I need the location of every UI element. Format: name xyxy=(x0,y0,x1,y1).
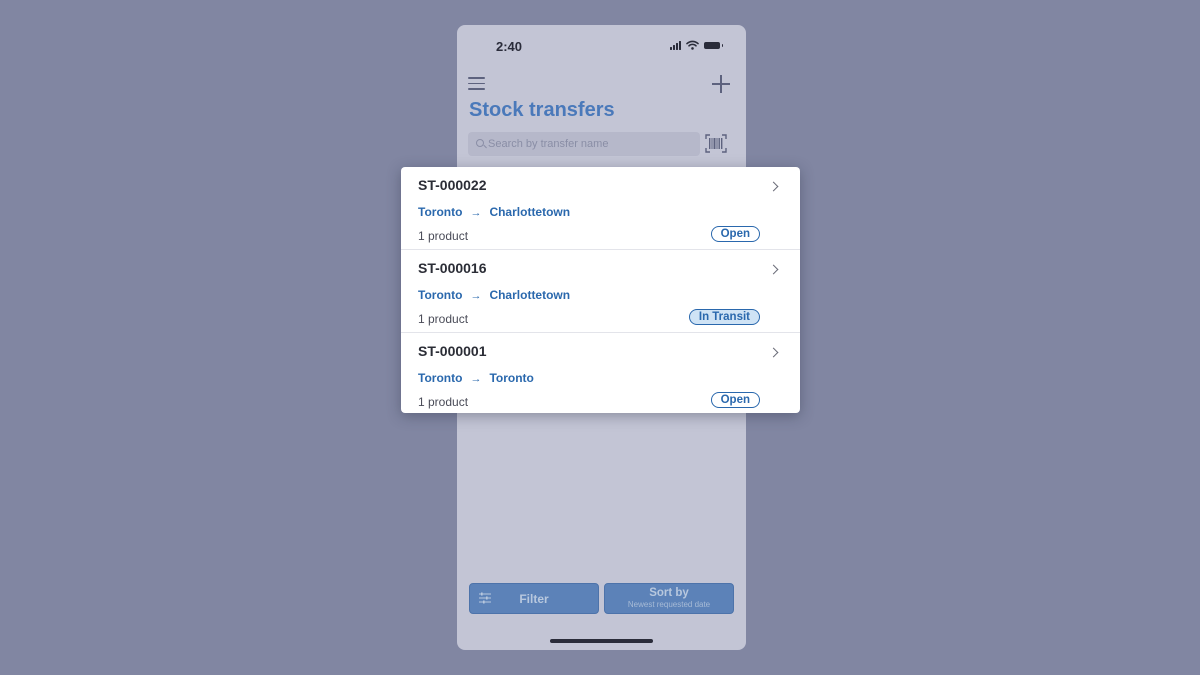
transfer-row[interactable]: ST-000001 Toronto → Toronto 1 product Open xyxy=(401,332,800,413)
arrow-right-icon: → xyxy=(470,373,482,385)
status-time: 2:40 xyxy=(496,39,523,54)
sort-current-value: Newest requested date xyxy=(627,600,711,609)
route-destination: Charlottetown xyxy=(489,205,571,219)
arrow-right-icon: → xyxy=(470,290,482,302)
sort-label: Sort by xyxy=(649,587,689,599)
chevron-right-icon xyxy=(768,264,779,275)
signal-icon xyxy=(670,40,681,50)
chevron-right-icon xyxy=(768,347,779,358)
status-badge: Open xyxy=(710,392,760,408)
page-title: Stock transfers xyxy=(469,99,615,121)
product-count: 1 product xyxy=(418,312,469,326)
home-indicator xyxy=(550,639,653,643)
transfers-list: ST-000022 Toronto → Charlottetown 1 produc… xyxy=(401,167,800,413)
transfer-row[interactable]: ST-000016 Toronto → Charlottetown 1 produc… xyxy=(401,249,800,332)
transfer-route: Toronto → Toronto xyxy=(418,371,534,385)
transfer-id: ST-000022 xyxy=(418,177,487,193)
bottom-toolbar: Filter Sort by Newest requested date xyxy=(457,581,746,615)
route-origin: Toronto xyxy=(418,288,463,302)
arrow-right-icon: → xyxy=(470,207,482,219)
route-destination: Charlottetown xyxy=(489,288,571,302)
status-bar: 2:40 xyxy=(457,25,746,69)
product-count: 1 product xyxy=(418,395,469,409)
wifi-icon xyxy=(686,40,699,50)
search-icon xyxy=(476,139,484,147)
transfer-route: Toronto → Charlottetown xyxy=(418,205,570,219)
status-badge: Open xyxy=(710,226,760,242)
transfer-id: ST-000001 xyxy=(418,343,487,359)
route-destination: Toronto xyxy=(489,371,534,385)
transfer-route: Toronto → Charlottetown xyxy=(418,288,570,302)
search-input[interactable] xyxy=(488,132,693,156)
barcode-scan-icon[interactable] xyxy=(705,134,727,153)
hamburger-menu-icon[interactable] xyxy=(468,77,485,91)
route-origin: Toronto xyxy=(418,205,463,219)
chevron-right-icon xyxy=(768,181,779,192)
filter-button[interactable]: Filter xyxy=(469,583,599,614)
status-badge: In Transit xyxy=(688,309,760,325)
transfer-id: ST-000016 xyxy=(418,260,487,276)
sort-button[interactable]: Sort by Newest requested date xyxy=(604,583,734,614)
route-origin: Toronto xyxy=(418,371,463,385)
search-bar[interactable] xyxy=(468,132,700,156)
battery-icon xyxy=(704,41,723,49)
filter-label: Filter xyxy=(519,592,549,606)
transfer-row[interactable]: ST-000022 Toronto → Charlottetown 1 produc… xyxy=(401,167,800,249)
status-icons xyxy=(670,40,723,50)
product-count: 1 product xyxy=(418,229,469,243)
add-transfer-icon[interactable] xyxy=(712,75,730,93)
